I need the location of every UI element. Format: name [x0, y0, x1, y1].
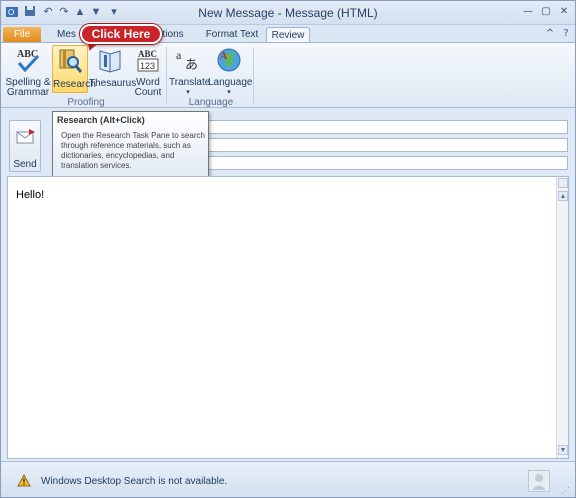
research-icon [53, 46, 87, 79]
group-language-label: Language [188, 97, 234, 108]
window-title: New Message - Message (HTML) [198, 6, 378, 20]
status-text: Windows Desktop Search is not available. [41, 476, 228, 487]
language-label: Language [208, 77, 253, 88]
tooltip-description: Open the Research Task Pane to search th… [61, 131, 205, 170]
ruler-toggle-icon[interactable] [558, 178, 568, 188]
spelling-grammar-button[interactable]: ABC Spelling & Grammar [5, 45, 51, 98]
message-body-text: Hello! [16, 189, 45, 201]
title-bar: O ↶ ↷ ▲ ▼ ▾ New Message - Message (HTML)… [1, 1, 575, 25]
subject-field[interactable] [207, 156, 568, 170]
maximize-icon[interactable]: ▢ [538, 4, 554, 19]
translate-button[interactable]: a あ Translate ▾ [169, 45, 211, 98]
ribbon-minimize-icon[interactable]: ^ [542, 26, 558, 41]
ribbon-review: ABC Spelling & Grammar Research Thesauru… [1, 42, 575, 108]
tab-format-text[interactable]: Format Text [203, 27, 261, 43]
click-here-callout: Click Here [80, 24, 162, 44]
word-count-button[interactable]: ABC 123 Word Count [133, 45, 163, 98]
resize-grip-icon[interactable]: ⋰ [562, 486, 570, 495]
word-count-icon: ABC 123 [133, 45, 163, 78]
help-icon[interactable]: ? [558, 26, 574, 41]
avatar[interactable] [528, 470, 550, 492]
tab-review[interactable]: Review [266, 27, 310, 43]
research-button[interactable]: Research [52, 45, 96, 93]
svg-text:あ: あ [185, 58, 198, 73]
spelling-icon: ABC [5, 45, 51, 78]
translate-label: Translate [169, 77, 211, 88]
group-separator [253, 47, 254, 105]
tab-file[interactable]: File [3, 27, 41, 43]
warning-icon [17, 473, 31, 490]
research-label: Research [53, 79, 96, 90]
send-icon [16, 129, 36, 148]
language-button[interactable]: A Language ▾ [208, 45, 253, 98]
group-separator [166, 47, 167, 105]
svg-text:ABC: ABC [138, 49, 157, 59]
status-bar: Windows Desktop Search is not available.… [1, 461, 575, 497]
research-tooltip: Research (Alt+Click) Open the Research T… [52, 111, 209, 177]
cc-field[interactable] [207, 138, 568, 152]
thesaurus-label: Thesaurus [89, 78, 137, 89]
group-proofing-label: Proofing [67, 97, 105, 108]
message-body-editor[interactable]: Hello! ▲ ▼ [7, 176, 569, 459]
tooltip-title: Research (Alt+Click) [57, 115, 145, 125]
svg-text:123: 123 [140, 61, 155, 71]
svg-text:a: a [176, 48, 182, 62]
scroll-down-icon[interactable]: ▼ [558, 445, 568, 455]
scroll-up-icon[interactable]: ▲ [558, 191, 568, 201]
translate-icon: a あ [169, 45, 207, 78]
svg-text:A: A [220, 51, 228, 62]
word-count-label-line2: Count [134, 87, 162, 98]
outlook-message-window: O ↶ ↷ ▲ ▼ ▾ New Message - Message (HTML)… [0, 0, 576, 498]
tab-options[interactable]: ptions [157, 27, 191, 43]
minimize-icon[interactable]: — [520, 4, 536, 19]
vertical-scrollbar[interactable]: ▲ ▼ [556, 177, 568, 458]
send-button[interactable]: Send [9, 120, 41, 172]
to-field[interactable] [207, 120, 568, 134]
language-icon: A [208, 45, 250, 78]
send-label: Send [13, 159, 37, 170]
close-icon[interactable]: ✕ [556, 4, 572, 19]
